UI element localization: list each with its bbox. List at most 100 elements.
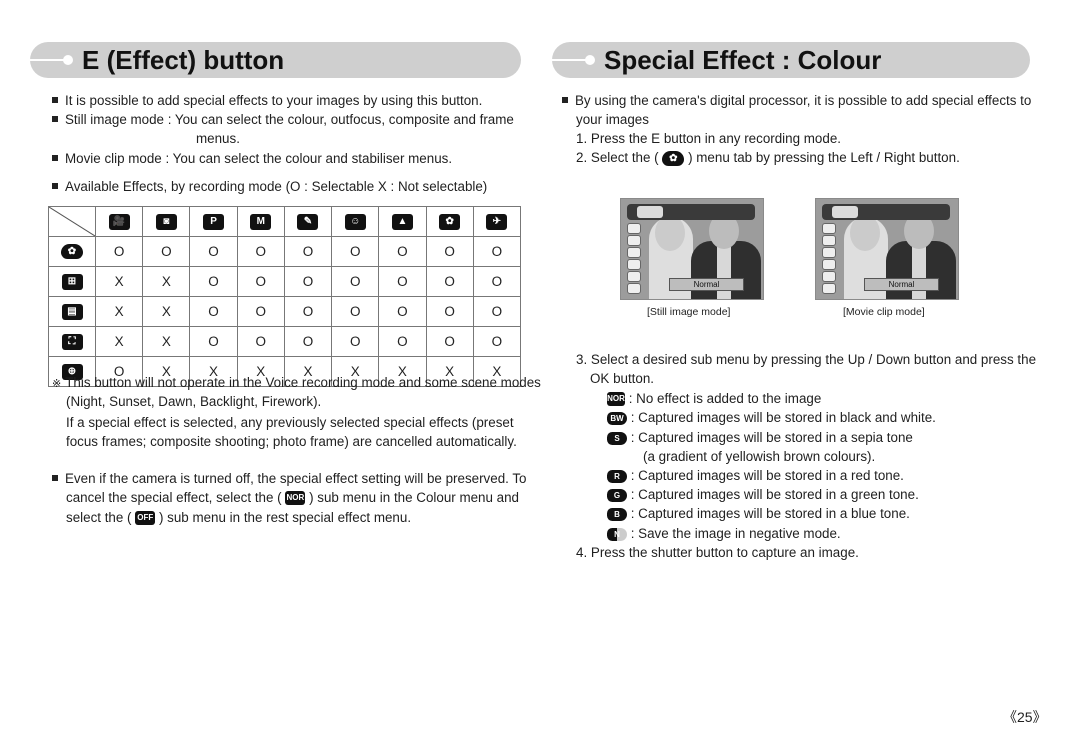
macro-mode-icon: ✿ — [439, 213, 461, 230]
text-segment: 2. Select the ( — [576, 150, 659, 165]
header-line-decoration — [30, 59, 66, 61]
submenu-icon — [627, 223, 641, 234]
table-cell: O — [236, 266, 285, 297]
bullet-marker — [52, 116, 58, 122]
option-text: : Captured images will be stored in a re… — [630, 468, 904, 483]
bullet-item: Even if the camera is turned off, the sp… — [52, 469, 527, 488]
table-cell: O — [425, 326, 474, 357]
option-red: R : Captured images will be stored in a … — [607, 466, 904, 485]
submenu-icon — [822, 235, 836, 246]
bullet-marker — [52, 97, 58, 103]
table-cell: O — [472, 236, 522, 267]
manual-mode-icon: M — [250, 213, 272, 230]
bullet-text: cancel the special effect, select the ( … — [66, 488, 519, 507]
row-header: ✿ — [48, 236, 96, 267]
bullet-item: Movie clip mode : You can select the col… — [52, 149, 452, 168]
text-segment: cancel the special effect, select the ( — [66, 490, 282, 505]
submenu-icon — [627, 283, 641, 294]
table-cell: O — [425, 236, 474, 267]
table-cell: O — [331, 326, 380, 357]
table-cell: O — [189, 266, 238, 297]
bullet-marker — [52, 183, 58, 189]
step-4: 4. Press the shutter button to capture a… — [576, 545, 859, 560]
negative-icon: N — [607, 527, 627, 541]
column-header: ✎ — [283, 206, 333, 237]
step-3: 3. Select a desired sub menu by pressing… — [576, 352, 1037, 367]
bullet-item: Still image mode : You can select the co… — [52, 110, 514, 129]
column-header: ▲ — [378, 206, 427, 237]
note-text: If a special effect is selected, any pre… — [66, 415, 514, 430]
bullet-marker — [52, 155, 58, 161]
table-cell: O — [283, 236, 333, 267]
option-blue: B : Captured images will be stored in a … — [607, 504, 910, 523]
row-header: ▤ — [48, 296, 96, 327]
green-tone-icon: G — [607, 488, 627, 502]
right-section-header: Special Effect : Colour — [552, 42, 1030, 78]
table-cell: X — [142, 326, 191, 357]
colour-tab-selected — [637, 206, 663, 218]
option-text: : Captured images will be stored in blac… — [630, 410, 936, 425]
normal-icon: NOR — [285, 491, 306, 506]
submenu-icon — [822, 271, 836, 282]
table-cell: O — [378, 236, 427, 267]
text-segment: ) sub menu in the rest special effect me… — [158, 510, 412, 525]
left-section-title: E (Effect) button — [82, 45, 285, 75]
table-cell: O — [331, 236, 380, 267]
bullet-marker — [562, 97, 568, 103]
table-cell: O — [378, 266, 427, 297]
table-row: ▤ X X O O O O O O O — [48, 296, 522, 327]
movie-clip-mode-preview: Normal — [815, 198, 959, 300]
table-cell: O — [236, 326, 285, 357]
preview-caption: [Still image mode] — [647, 306, 731, 318]
effects-availability-table: 🎥 ◙ P M ✎ ☺ ▲ ✿ ✈ ✿ O O O O O O O O O ⊞ … — [48, 206, 522, 387]
note-text: (Night, Sunset, Dawn, Backlight, Firewor… — [66, 394, 322, 409]
submenu-icon — [627, 271, 641, 282]
table-cell: O — [331, 266, 380, 297]
bride-head — [655, 215, 685, 251]
photo-frame-icon: ⛶ — [61, 333, 83, 350]
auto-mode-icon: ◙ — [155, 213, 177, 230]
table-cell: X — [94, 266, 144, 297]
bullet-item: It is possible to add special effects to… — [52, 91, 482, 110]
note-text: focus frames; composite shooting; photo … — [66, 434, 517, 449]
off-icon: OFF — [135, 511, 156, 526]
option-text: : Save the image in negative mode. — [630, 526, 841, 541]
table-cell: O — [236, 296, 285, 327]
table-cell: O — [189, 296, 238, 327]
table-header-row: 🎥 ◙ P M ✎ ☺ ▲ ✿ ✈ — [48, 206, 522, 237]
table-cell: O — [236, 236, 285, 267]
table-cell: O — [472, 296, 522, 327]
option-negative: N : Save the image in negative mode. — [607, 524, 841, 543]
movie-clip-mode-icon: 🎥 — [108, 213, 130, 230]
table-cell: O — [378, 326, 427, 357]
note-item: ※ This button will not operate in the Voi… — [52, 373, 541, 394]
sports-mode-icon: ✈ — [486, 213, 508, 230]
table-cell: O — [283, 266, 333, 297]
colour-effect-icon: ✿ — [61, 244, 83, 260]
preset-focus-frame-icon: ⊞ — [61, 273, 83, 290]
normal-icon: NOR — [607, 392, 625, 407]
table-cell: O — [283, 296, 333, 327]
groom-shirt — [912, 247, 926, 299]
text-segment: ) menu tab by pressing the Left / Right … — [688, 150, 960, 165]
portrait-mode-icon: ☺ — [344, 213, 366, 230]
red-tone-icon: R — [607, 469, 627, 483]
step-1: 1. Press the E button in any recording m… — [576, 131, 841, 146]
column-header: ✿ — [425, 206, 474, 237]
page-number: 《25》 — [1003, 709, 1047, 725]
bullet-text: It is possible to add special effects to… — [65, 93, 483, 108]
bullet-text: your images — [576, 112, 649, 127]
table-cell: O — [378, 296, 427, 327]
step-3-continuation: OK button. — [590, 371, 655, 386]
row-header: ⛶ — [48, 326, 96, 357]
table-cell: O — [94, 236, 144, 267]
option-green: G : Captured images will be stored in a … — [607, 485, 919, 504]
composite-shooting-icon: ▤ — [61, 303, 83, 320]
submenu-icon — [627, 259, 641, 270]
row-header: ⊞ — [48, 266, 96, 297]
option-sepia-continuation: (a gradient of yellowish brown colours). — [643, 449, 876, 464]
submenu-icon — [627, 247, 641, 258]
bullet-item: Available Effects, by recording mode (O … — [52, 177, 487, 196]
header-line-decoration — [552, 59, 588, 61]
column-header: ✈ — [472, 206, 522, 237]
